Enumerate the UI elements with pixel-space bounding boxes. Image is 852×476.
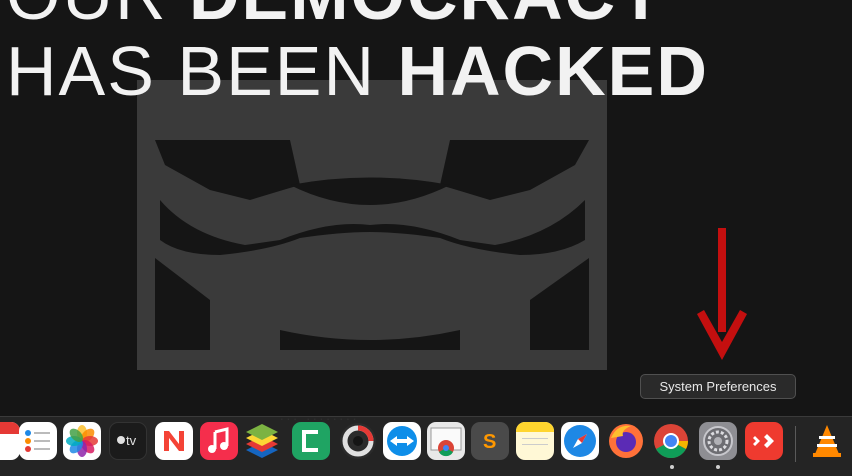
teamviewer-icon[interactable] xyxy=(383,422,421,460)
sublime-text-label: S xyxy=(483,431,496,453)
chrome-apps-icon[interactable] xyxy=(427,422,465,460)
news-icon[interactable] xyxy=(155,422,193,460)
headline-line-1: OUR DEMOCRACY xyxy=(6,0,666,30)
firefox-icon[interactable] xyxy=(607,422,645,460)
system-preferences-icon[interactable] xyxy=(699,422,737,460)
system-preferences-running-indicator xyxy=(716,465,720,469)
anydesk-icon[interactable] xyxy=(745,422,783,460)
photos-icon[interactable] xyxy=(63,422,101,460)
sublime-text-icon[interactable]: S xyxy=(471,422,509,460)
camtasia-icon[interactable] xyxy=(292,422,330,460)
dock-divider xyxy=(795,426,796,462)
dock-tooltip: System Preferences xyxy=(640,374,796,399)
headline-line-2-thin: HAS BEEN xyxy=(6,32,398,110)
headline-line-2-bold: HACKED xyxy=(397,32,709,110)
calendar-icon[interactable] xyxy=(0,422,20,460)
headline-line-2: HAS BEEN HACKED xyxy=(6,36,709,106)
apple-tv-label: tv xyxy=(126,433,137,448)
music-icon[interactable] xyxy=(200,422,238,460)
headline-line-1-bold: DEMOCRACY xyxy=(189,0,666,34)
apple-tv-icon[interactable]: tv xyxy=(109,422,147,460)
chrome-icon[interactable] xyxy=(652,422,690,460)
tooltip-label: System Preferences xyxy=(659,379,777,394)
bluestacks-icon[interactable] xyxy=(243,422,281,460)
vlc-icon[interactable] xyxy=(808,422,846,460)
reminders-icon[interactable] xyxy=(19,422,57,460)
chrome-running-indicator xyxy=(670,465,674,469)
headline-line-1-thin: OUR xyxy=(6,0,189,34)
safari-icon[interactable] xyxy=(561,422,599,460)
red-arrow-icon xyxy=(697,228,747,360)
notes-icon[interactable] xyxy=(516,422,554,460)
recorder-icon[interactable] xyxy=(339,422,377,460)
